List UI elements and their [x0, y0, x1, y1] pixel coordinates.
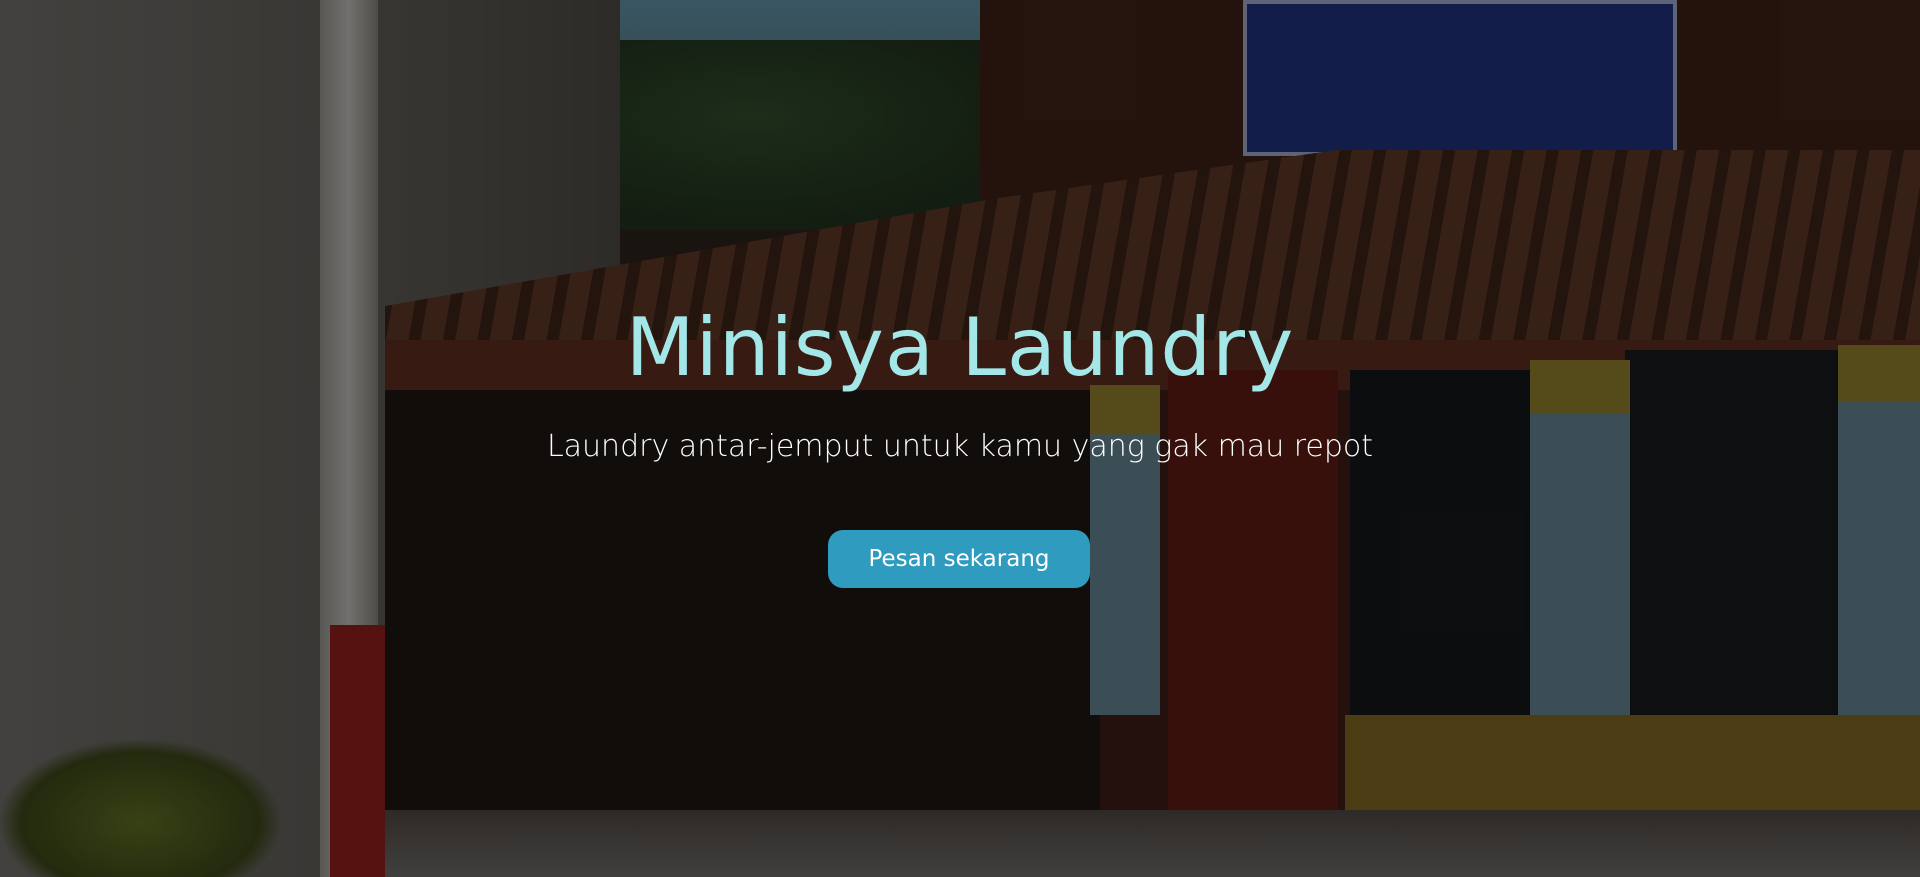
hero-content: Minisya Laundry Laundry antar-jemput unt… — [0, 0, 1920, 877]
hero-title: Minisya Laundry — [625, 301, 1295, 394]
hero-section: Minisya Laundry Laundry antar-jemput unt… — [0, 0, 1920, 877]
hero-subtitle: Laundry antar-jemput untuk kamu yang gak… — [546, 429, 1374, 464]
order-now-button[interactable]: Pesan sekarang — [828, 530, 1090, 588]
